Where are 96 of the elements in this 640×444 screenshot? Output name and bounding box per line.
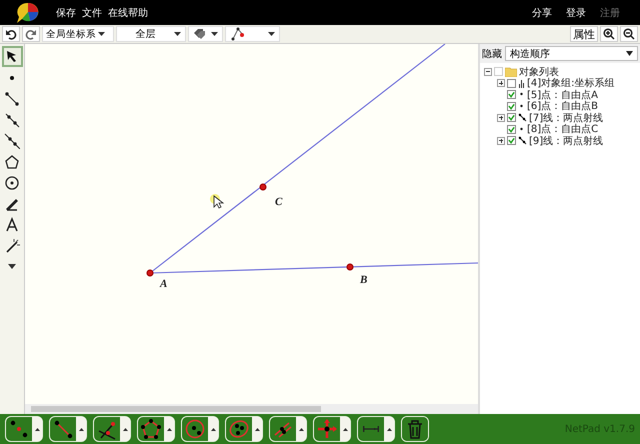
point[interactable] <box>346 264 354 270</box>
style-dropdown[interactable] <box>225 26 280 42</box>
up-triangle-icon[interactable] <box>254 428 260 430</box>
tag-icon <box>193 28 207 40</box>
checkbox[interactable] <box>507 124 516 134</box>
tool-button-group[interactable] <box>137 416 175 442</box>
checkbox[interactable] <box>507 136 516 146</box>
midpoint-icon <box>8 418 30 440</box>
circle-icon <box>4 174 20 190</box>
ellipse-icon <box>228 418 250 440</box>
down-triangle-icon <box>8 264 16 269</box>
menu-item[interactable]: 在线帮助 <box>108 6 148 20</box>
up-triangle-icon[interactable] <box>342 428 348 430</box>
tool-button-group[interactable] <box>5 416 43 442</box>
up-triangle-icon[interactable] <box>78 428 84 430</box>
undo-icon <box>5 28 17 40</box>
line-icon <box>4 132 20 148</box>
undo-button[interactable] <box>2 26 20 42</box>
properties-button[interactable]: 属性 <box>570 26 598 42</box>
tool-button-group[interactable] <box>269 416 307 442</box>
menu-item[interactable]: 保存 <box>56 6 76 20</box>
layer-dropdown[interactable]: 全层 <box>116 26 186 42</box>
drawing-canvas[interactable]: A B C <box>25 44 478 404</box>
point[interactable] <box>146 270 154 276</box>
bar-chart-icon <box>518 78 525 89</box>
caret-icon[interactable] <box>211 32 218 36</box>
zoom-out-icon <box>623 28 635 40</box>
menu-item[interactable]: 文件 <box>82 6 102 20</box>
tree-item[interactable]: [9]线：两点射线 <box>529 134 604 148</box>
logo-icon <box>16 2 40 24</box>
horizontal-scrollbar[interactable] <box>25 404 478 414</box>
caret-icon[interactable] <box>268 32 275 36</box>
tool-button-group[interactable] <box>357 416 395 442</box>
tool-button-group[interactable] <box>401 416 429 442</box>
hide-label[interactable]: 隐藏 <box>482 46 502 60</box>
redo-button[interactable] <box>22 26 40 42</box>
order-select[interactable]: 构造顺序 <box>505 46 638 61</box>
tool-button-group[interactable] <box>49 416 87 442</box>
collapse-toggle-icon[interactable] <box>484 68 492 76</box>
up-triangle-icon[interactable] <box>386 428 392 430</box>
dropdown-arrow-icon[interactable] <box>626 51 633 56</box>
mouse-cursor-icon <box>210 194 224 209</box>
tree-item[interactable]: [4]对象组:坐标系组 <box>527 76 615 90</box>
zoom-out-button[interactable] <box>620 26 638 42</box>
tree-item[interactable]: [8]点：自由点C <box>527 122 598 136</box>
tree-item[interactable]: [5]点：自由点A <box>527 88 598 102</box>
up-triangle-icon[interactable] <box>298 428 304 430</box>
checkbox[interactable] <box>507 113 516 122</box>
redo-icon <box>25 28 37 40</box>
checkbox[interactable] <box>494 67 503 76</box>
segment-icon <box>4 90 20 106</box>
measure-icon <box>363 425 379 433</box>
point[interactable] <box>260 184 266 190</box>
letter-icon <box>4 216 20 232</box>
circle-icon <box>184 418 206 440</box>
point-label: C <box>275 196 282 208</box>
tool-button-group[interactable] <box>225 416 263 442</box>
up-triangle-icon[interactable] <box>122 428 128 430</box>
up-triangle-icon[interactable] <box>210 428 216 430</box>
up-triangle-icon[interactable] <box>166 428 172 430</box>
tool-button-group[interactable] <box>181 416 219 442</box>
point-label: B <box>360 274 368 286</box>
point-label: A <box>160 278 168 290</box>
coordinate-dropdown[interactable]: 全局坐标系 <box>42 26 114 42</box>
ray-icon <box>4 112 20 128</box>
expand-toggle-icon[interactable] <box>497 114 505 122</box>
segment-icon <box>52 418 74 440</box>
tool-button-group[interactable] <box>313 416 351 442</box>
expand-toggle-icon[interactable] <box>497 79 505 88</box>
style-icon <box>230 27 246 41</box>
expand-toggle-icon[interactable] <box>497 136 505 145</box>
scrollbar-thumb[interactable] <box>31 406 321 412</box>
tree-item[interactable]: 对象列表 <box>519 64 559 79</box>
tool-button[interactable] <box>2 46 22 67</box>
point-icon <box>10 76 14 80</box>
checkbox[interactable] <box>507 102 516 111</box>
line-icon <box>518 135 527 146</box>
magic-wand-icon <box>4 238 20 254</box>
menu-item[interactable]: 登录 <box>566 6 586 20</box>
folder-icon <box>505 66 517 77</box>
tag-dropdown[interactable] <box>188 26 223 42</box>
zoom-in-icon <box>603 28 615 40</box>
tool-button-group[interactable] <box>93 416 131 442</box>
tree-item[interactable]: [7]线：两点射线 <box>529 110 604 125</box>
menu-item[interactable]: 分享 <box>532 6 552 20</box>
line-icon <box>518 112 527 124</box>
cross-arrows-icon <box>316 418 338 440</box>
caret-icon[interactable] <box>174 32 181 36</box>
checkbox[interactable] <box>507 78 516 88</box>
polygon-icon <box>140 418 162 440</box>
polygon-icon <box>4 154 20 170</box>
zoom-in-button[interactable] <box>600 26 618 42</box>
tree-item[interactable]: [6]点：自由点B <box>527 99 598 114</box>
checkbox[interactable] <box>507 90 516 100</box>
caret-icon[interactable] <box>98 32 105 36</box>
up-triangle-icon[interactable] <box>34 428 40 430</box>
